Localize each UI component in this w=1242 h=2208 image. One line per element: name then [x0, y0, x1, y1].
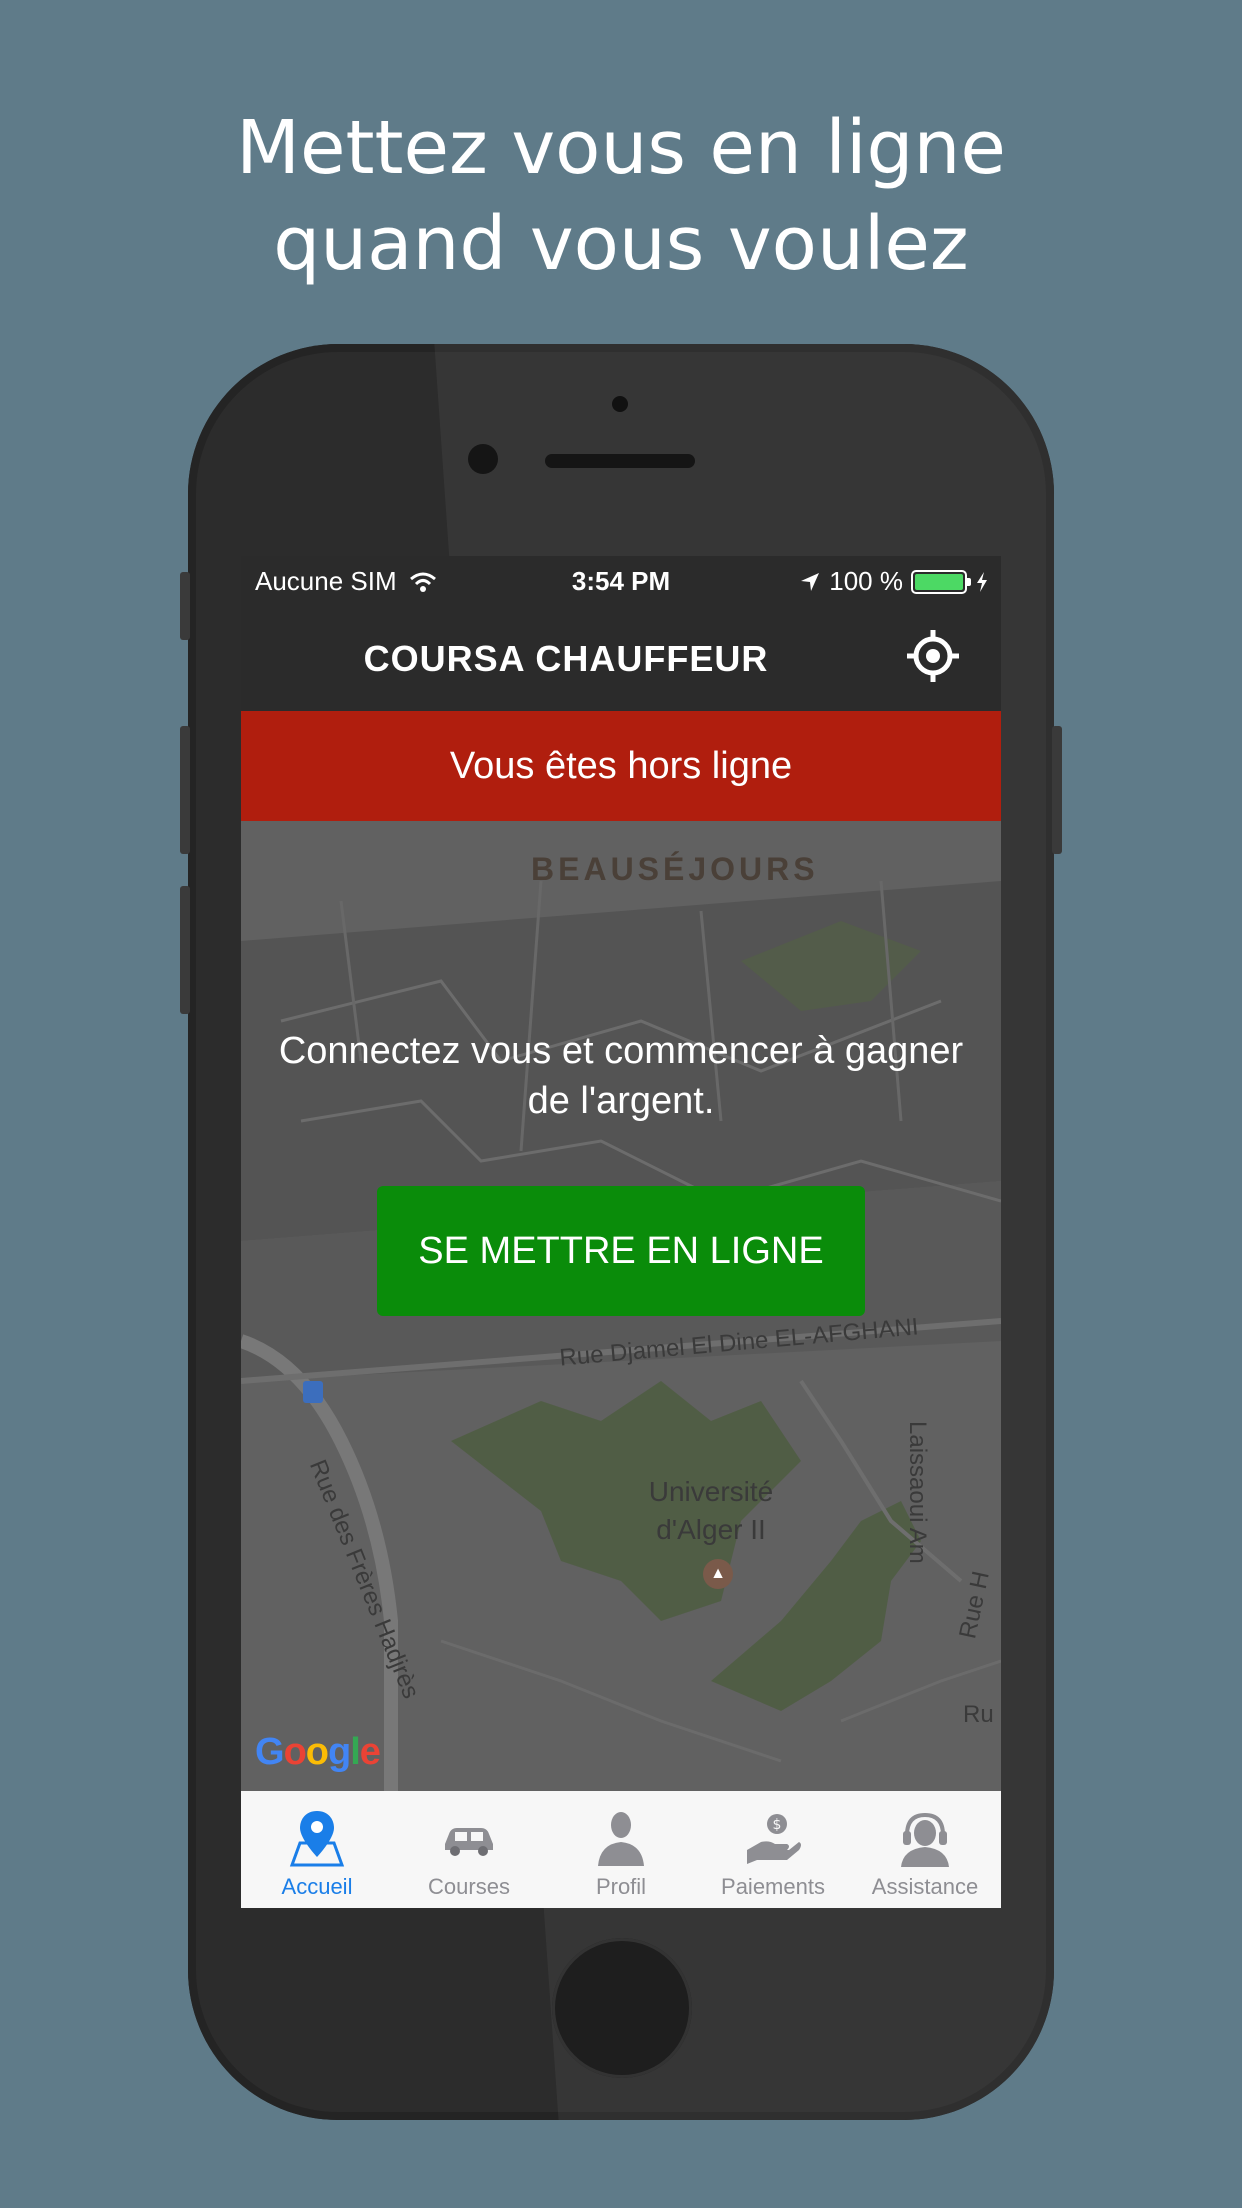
- nav-bar: COURSA CHAUFFEUR: [241, 606, 1001, 706]
- bus-stop-icon: [303, 1381, 323, 1403]
- app-screen: Aucune SIM 3:54 PM 100 % COURSA CHAUFFEU…: [241, 556, 1001, 1908]
- poi-label: Université d'Alger II: [631, 1473, 791, 1549]
- crosshair-icon[interactable]: [905, 628, 961, 684]
- tab-label: Paiements: [721, 1874, 825, 1899]
- status-bar: Aucune SIM 3:54 PM 100 %: [241, 556, 1001, 606]
- tab-label: Accueil: [281, 1874, 353, 1899]
- promo-line-1: Mettez vous en ligne: [236, 105, 1006, 191]
- tab-bar: Accueil Courses Profil $ Paiements Assis…: [241, 1791, 1001, 1908]
- connect-message: Connectez vous et commencer à gagner de …: [278, 1030, 964, 1122]
- tab-paiements[interactable]: $ Paiements: [697, 1791, 849, 1908]
- map-pin-icon: [285, 1806, 349, 1870]
- battery-percent: 100 %: [829, 566, 903, 596]
- headset-icon: [893, 1806, 957, 1870]
- app-title: COURSA CHAUFFEUR: [363, 638, 769, 679]
- district-label: BEAUSÉJOURS: [531, 851, 819, 887]
- battery-icon: [911, 569, 971, 594]
- go-online-button[interactable]: SE METTRE EN LIGNE: [377, 1186, 865, 1316]
- graduation-cap-icon: ▲: [703, 1559, 733, 1589]
- proximity-sensor: [612, 396, 628, 412]
- volume-up-button: [180, 726, 190, 854]
- promo-headline: Mettez vous en ligne quand vous voulez: [0, 100, 1242, 292]
- street-label: Laissaoui Am: [904, 1421, 931, 1564]
- car-icon: [437, 1806, 501, 1870]
- power-button: [1052, 726, 1062, 854]
- front-camera: [468, 444, 498, 474]
- tab-assistance[interactable]: Assistance: [849, 1791, 1001, 1908]
- tab-label: Profil: [595, 1874, 647, 1899]
- earpiece: [545, 454, 695, 468]
- offline-text: Vous êtes hors ligne: [449, 744, 793, 787]
- tab-label: Courses: [428, 1874, 510, 1899]
- svg-text:$: $: [773, 1817, 782, 1833]
- tab-accueil[interactable]: Accueil: [241, 1791, 393, 1908]
- tab-courses[interactable]: Courses: [393, 1791, 545, 1908]
- tab-profil[interactable]: Profil: [545, 1791, 697, 1908]
- home-button[interactable]: [552, 1938, 692, 2078]
- phone-frame: Aucune SIM 3:54 PM 100 % COURSA CHAUFFEU…: [188, 344, 1054, 2120]
- street-label: Ru: [963, 1701, 994, 1728]
- offline-banner: Vous êtes hors ligne: [241, 711, 1001, 821]
- location-arrow-icon: [801, 572, 820, 591]
- mute-switch: [180, 572, 190, 640]
- poi-line-2: d'Alger II: [656, 1514, 766, 1545]
- payment-hand-icon: $: [741, 1806, 805, 1870]
- person-icon: [589, 1806, 653, 1870]
- poi-line-1: Université: [648, 1476, 774, 1507]
- charging-bolt-icon: [977, 571, 987, 592]
- tab-label: Assistance: [871, 1874, 979, 1899]
- status-right: 100 %: [799, 566, 989, 597]
- google-logo: Google: [255, 1731, 381, 1773]
- volume-down-button: [180, 886, 190, 1014]
- promo-line-2: quand vous voulez: [273, 201, 969, 287]
